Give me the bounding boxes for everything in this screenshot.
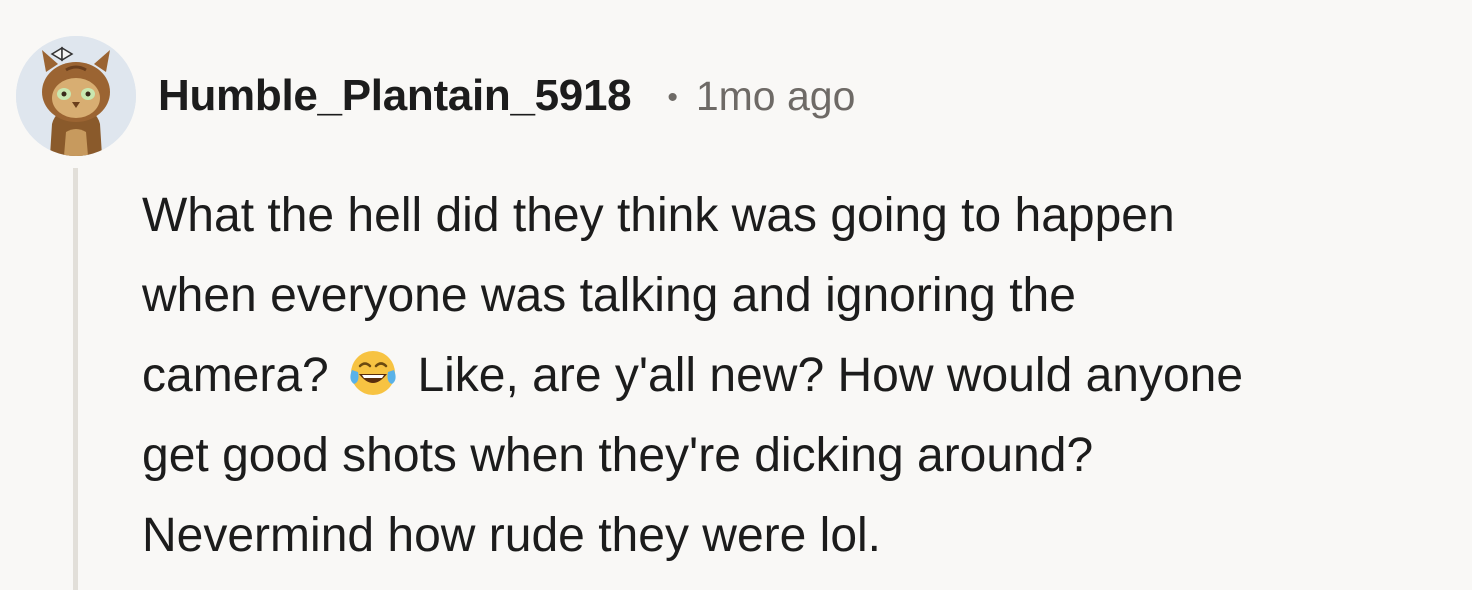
comment-timestamp[interactable]: 1mo ago [696, 73, 856, 120]
meta-separator: • [667, 81, 678, 114]
comment: Humble_Plantain_5918 • 1mo ago What the … [0, 0, 1472, 590]
owl-costume-avatar-icon [16, 36, 136, 156]
user-avatar[interactable] [16, 36, 136, 156]
username-link[interactable]: Humble_Plantain_5918 [158, 71, 632, 121]
comment-header: Humble_Plantain_5918 • 1mo ago [158, 66, 855, 126]
comment-line-4: get good shots when they're dicking arou… [142, 429, 1094, 482]
comment-body: What the hell did they think was going t… [142, 176, 1452, 576]
thread-line[interactable] [73, 168, 78, 590]
comment-line-1: What the hell did they think was going t… [142, 189, 1175, 242]
comment-line-2: when everyone was talking and ignoring t… [142, 269, 1076, 322]
face-with-tears-of-joy-icon [350, 351, 396, 395]
comment-line-3a: camera? [142, 349, 329, 402]
comment-line-5: Nevermind how rude they were lol. [142, 509, 882, 562]
comment-line-3b: Like, are y'all new? How would anyone [417, 349, 1244, 402]
